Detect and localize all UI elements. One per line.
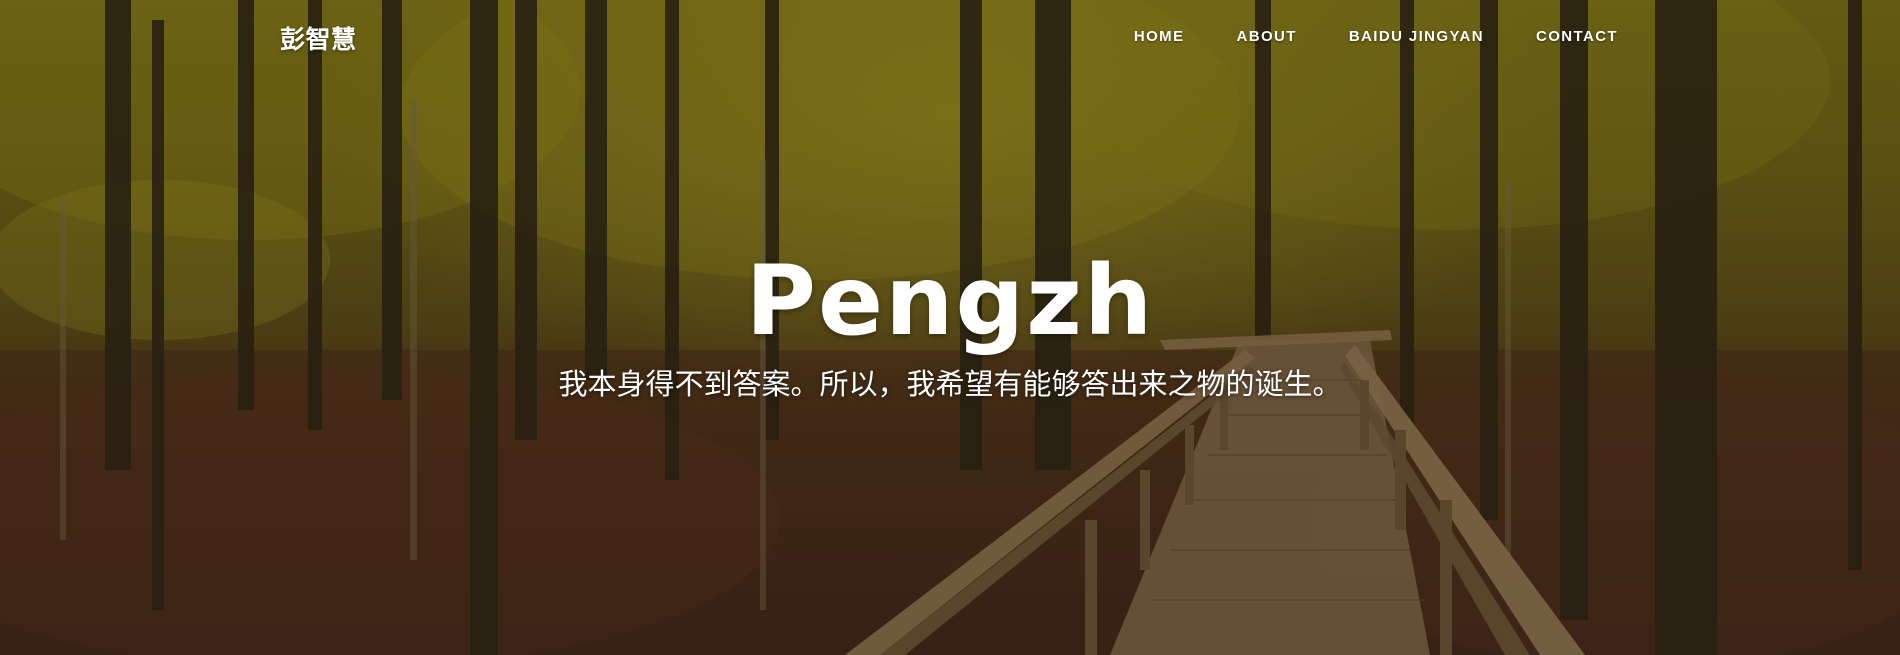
nav-link-about[interactable]: ABOUT: [1236, 28, 1296, 45]
hero-subtitle: 我本身得不到答案。所以，我希望有能够答出来之物的诞生。: [558, 367, 1342, 401]
nav-menu: HOME ABOUT BAIDU JINGYAN CONTACT: [1134, 28, 1618, 45]
nav-item-contact: CONTACT: [1536, 28, 1618, 45]
hero-title: Pengzh: [745, 245, 1155, 357]
nav-link-home[interactable]: HOME: [1134, 28, 1185, 45]
nav-link-baidu-jingyan[interactable]: BAIDU JINGYAN: [1349, 28, 1484, 45]
hero-content: Pengzh 我本身得不到答案。所以，我希望有能够答出来之物的诞生。: [0, 253, 1900, 402]
nav-link-contact[interactable]: CONTACT: [1536, 28, 1618, 45]
top-navbar: 彭智慧 HOME ABOUT BAIDU JINGYAN CONTACT: [0, 0, 1900, 76]
hero-section: 彭智慧 HOME ABOUT BAIDU JINGYAN CONTACT Pen…: [0, 0, 1900, 655]
nav-item-home: HOME: [1134, 28, 1185, 45]
nav-item-baidu-jingyan: BAIDU JINGYAN: [1349, 28, 1484, 45]
nav-item-about: ABOUT: [1236, 28, 1296, 45]
brand-logo-link[interactable]: 彭智慧: [280, 20, 357, 56]
